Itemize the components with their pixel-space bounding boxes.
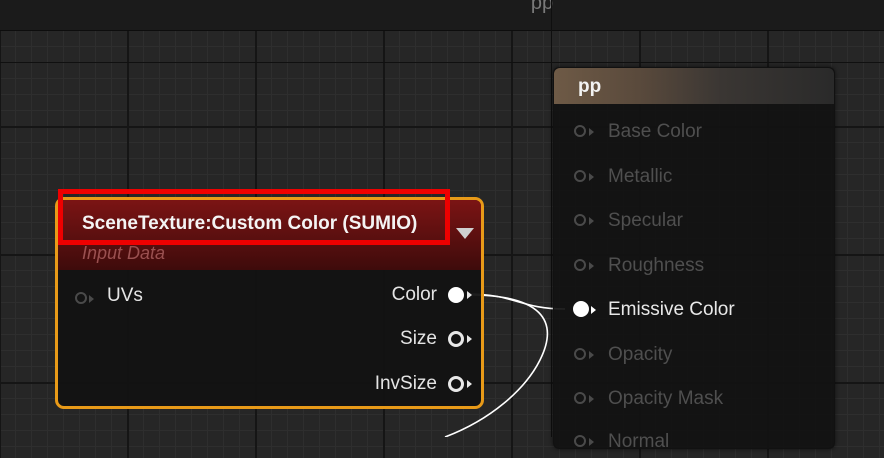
color-output-pin-icon[interactable] bbox=[448, 287, 464, 303]
emissive-color-label: Emissive Color bbox=[608, 299, 735, 320]
pin-arrow-icon bbox=[589, 351, 594, 359]
uvs-label: UVs bbox=[107, 285, 143, 306]
size-output-pin-icon[interactable] bbox=[448, 331, 464, 347]
result-node-header[interactable]: pp bbox=[554, 68, 834, 104]
output-row-color[interactable]: Color bbox=[281, 282, 481, 312]
emissive-color-pin-icon[interactable] bbox=[573, 301, 589, 317]
metallic-label: Metallic bbox=[608, 166, 673, 187]
normal-label: Normal bbox=[608, 431, 670, 452]
pin-arrow-icon bbox=[467, 335, 472, 343]
output-row-invsize[interactable]: InvSize bbox=[281, 371, 481, 401]
color-output-label: Color bbox=[391, 284, 437, 305]
pin-arrow-icon bbox=[591, 306, 596, 314]
pin-arrow-icon bbox=[589, 262, 594, 270]
invsize-output-pin-icon[interactable] bbox=[448, 376, 464, 392]
pin-row-normal[interactable]: Normal bbox=[554, 428, 834, 458]
specular-label: Specular bbox=[608, 210, 683, 231]
pin-row-base-color[interactable]: Base Color bbox=[554, 118, 834, 148]
scene-texture-node-subtitle: Input Data bbox=[82, 243, 166, 263]
pin-row-specular[interactable]: Specular bbox=[554, 207, 834, 237]
base-color-pin-icon[interactable] bbox=[574, 125, 586, 137]
title-highlight-box bbox=[58, 189, 450, 245]
pin-arrow-icon bbox=[589, 395, 594, 403]
base-color-label: Base Color bbox=[608, 121, 702, 142]
pin-row-roughness[interactable]: Roughness bbox=[554, 252, 834, 282]
pin-row-opacity[interactable]: Opacity bbox=[554, 341, 834, 371]
pin-row-emissive-color[interactable]: Emissive Color bbox=[554, 296, 834, 326]
pin-arrow-icon bbox=[589, 217, 594, 225]
size-output-label: Size bbox=[400, 328, 437, 349]
collapse-triangle-icon[interactable] bbox=[456, 228, 474, 239]
pin-arrow-icon bbox=[589, 128, 594, 136]
pin-arrow-icon bbox=[89, 295, 94, 303]
roughness-label: Roughness bbox=[608, 255, 705, 276]
pin-arrow-icon bbox=[467, 380, 472, 388]
opacity-mask-pin-icon[interactable] bbox=[574, 392, 586, 404]
output-row-size[interactable]: Size bbox=[281, 326, 481, 356]
pin-arrow-icon bbox=[589, 173, 594, 181]
pin-row-metallic[interactable]: Metallic bbox=[554, 163, 834, 193]
pin-arrow-icon bbox=[467, 291, 472, 299]
uvs-pin-icon[interactable] bbox=[75, 292, 87, 304]
invsize-output-label: InvSize bbox=[374, 373, 437, 394]
pin-arrow-icon bbox=[589, 438, 594, 446]
material-result-node[interactable]: pp Base Color Metallic Specular Roughnes… bbox=[553, 67, 835, 452]
specular-pin-icon[interactable] bbox=[574, 214, 586, 226]
opacity-pin-icon[interactable] bbox=[574, 348, 586, 360]
opacity-mask-label: Opacity Mask bbox=[608, 388, 724, 409]
roughness-pin-icon[interactable] bbox=[574, 259, 586, 271]
result-node-title: pp bbox=[578, 76, 602, 97]
metallic-pin-icon[interactable] bbox=[574, 170, 586, 182]
opacity-label: Opacity bbox=[608, 344, 673, 365]
pin-row-opacity-mask[interactable]: Opacity Mask bbox=[554, 385, 834, 415]
